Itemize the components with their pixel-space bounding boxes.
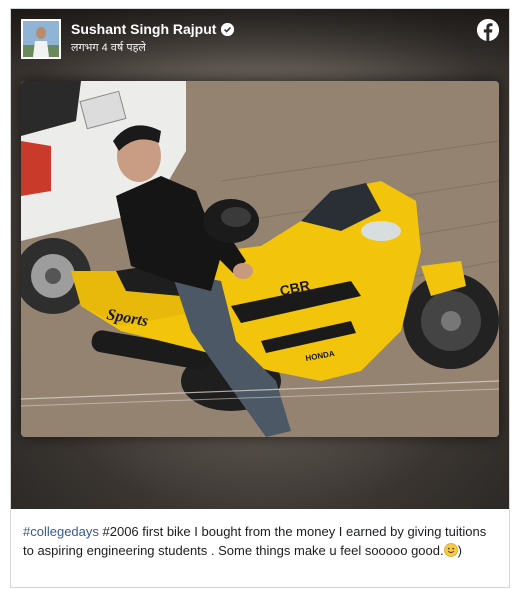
- caption-trailing: ): [457, 543, 462, 558]
- post-photo[interactable]: CBR Sports HONDA: [21, 81, 499, 437]
- post-media[interactable]: CBR Sports HONDA Sushant Singh Rajput लग…: [11, 9, 509, 509]
- avatar-image: [23, 21, 59, 57]
- hashtag-link[interactable]: #collegedays: [23, 524, 99, 539]
- post-caption: #collegedays #2006 first bike I bought f…: [23, 522, 499, 560]
- author-name[interactable]: Sushant Singh Rajput: [71, 21, 216, 37]
- facebook-logo-icon[interactable]: [477, 19, 499, 41]
- avatar[interactable]: [21, 19, 61, 59]
- verified-badge-icon: [221, 22, 235, 36]
- post-timestamp[interactable]: लगभग 4 वर्ष पहले: [71, 40, 146, 55]
- post-header: Sushant Singh Rajput लगभग 4 वर्ष पहले: [11, 9, 509, 69]
- author-row: Sushant Singh Rajput: [71, 21, 235, 37]
- bike-photo-illustration: CBR Sports HONDA: [21, 81, 499, 437]
- slightly-smiling-face-icon: [443, 543, 458, 557]
- post-card: CBR Sports HONDA Sushant Singh Rajput लग…: [10, 8, 510, 588]
